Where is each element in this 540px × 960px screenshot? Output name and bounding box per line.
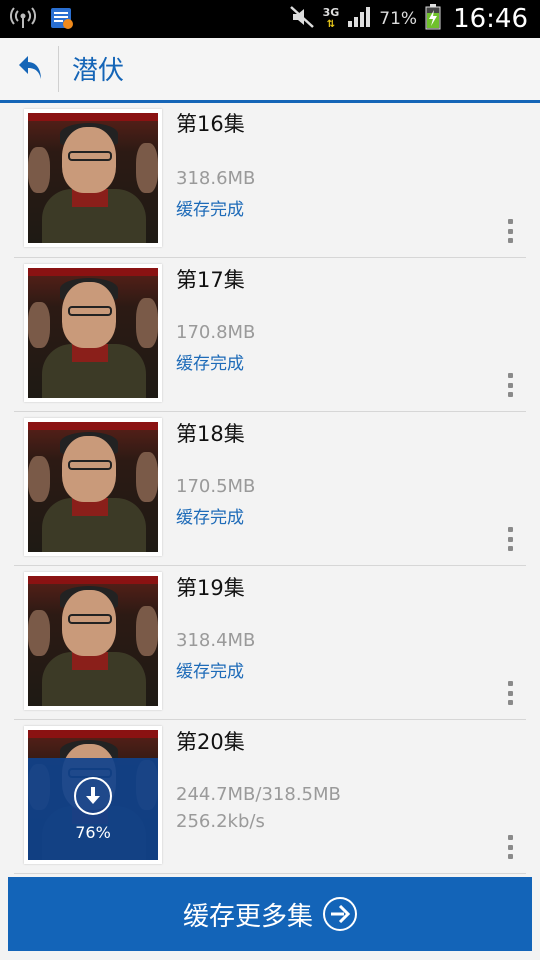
back-button[interactable] [8, 46, 54, 92]
data-activity-icon: ⇅ [326, 19, 336, 30]
episode-size: 170.8MB [176, 322, 256, 343]
episode-row[interactable]: 第18集 170.5MB 缓存完成 [14, 411, 526, 566]
episode-status: 缓存完成 [176, 200, 244, 220]
more-vertical-icon [508, 373, 513, 378]
episode-title: 第20集 [176, 730, 245, 754]
mute-icon [289, 5, 315, 33]
episode-title: 第17集 [176, 268, 245, 292]
episode-title: 第16集 [176, 112, 245, 136]
app-notification-icon [50, 6, 74, 34]
download-progress-overlay[interactable]: 76% [28, 758, 158, 860]
episode-status: 缓存完成 [176, 662, 244, 682]
app-bar-divider [58, 46, 59, 92]
episode-thumbnail [24, 264, 162, 402]
episode-title: 第18集 [176, 422, 245, 446]
download-icon [74, 776, 112, 815]
episode-thumbnail [24, 572, 162, 710]
episode-row-downloading[interactable]: 76% 第20集 244.7MB/318.5MB 256.2kb/s [14, 719, 526, 874]
episode-thumbnail [24, 418, 162, 556]
status-bar: 3G ⇅ 71% 16:46 [0, 0, 540, 38]
more-options-button[interactable] [508, 219, 514, 243]
cache-more-episodes-button[interactable]: 缓存更多集 [8, 877, 532, 951]
signal-strength-icon [347, 6, 371, 32]
network-type-label: 3G [322, 6, 340, 19]
episode-row[interactable]: 第17集 170.8MB 缓存完成 [14, 257, 526, 412]
download-speed: 256.2kb/s [176, 811, 265, 832]
cache-more-label: 缓存更多集 [182, 901, 313, 932]
more-vertical-icon [508, 527, 513, 532]
wireless-hotspot-icon [10, 7, 36, 33]
episode-size: 170.5MB [176, 476, 256, 497]
network-type-indicator: 3G ⇅ [323, 7, 340, 31]
app-bar: 潜伏 [0, 38, 540, 103]
episode-size: 318.4MB [176, 630, 256, 651]
more-vertical-icon [508, 219, 513, 224]
clock: 16:46 [453, 4, 528, 34]
episode-thumbnail: 76% [24, 726, 162, 864]
more-vertical-icon [508, 835, 513, 840]
episode-row[interactable]: 第19集 318.4MB 缓存完成 [14, 565, 526, 720]
episode-thumbnail [24, 109, 162, 247]
battery-charging-icon [425, 4, 441, 34]
more-options-button[interactable] [508, 681, 514, 705]
episode-title: 第19集 [176, 576, 245, 600]
episode-status: 缓存完成 [176, 354, 244, 374]
battery-percent: 71% [379, 9, 418, 29]
more-options-button[interactable] [508, 373, 514, 397]
more-options-button[interactable] [508, 527, 514, 551]
more-options-button[interactable] [508, 835, 514, 859]
page-title: 潜伏 [72, 56, 125, 86]
download-progress-percent: 76% [75, 822, 111, 842]
episode-size: 244.7MB/318.5MB [176, 784, 341, 805]
episode-row[interactable]: 第16集 318.6MB 缓存完成 [14, 103, 526, 258]
back-arrow-icon [16, 52, 46, 86]
episode-status: 缓存完成 [176, 508, 244, 528]
episode-size: 318.6MB [176, 168, 256, 189]
arrow-right-circle-icon [323, 897, 357, 931]
more-vertical-icon [508, 681, 513, 686]
